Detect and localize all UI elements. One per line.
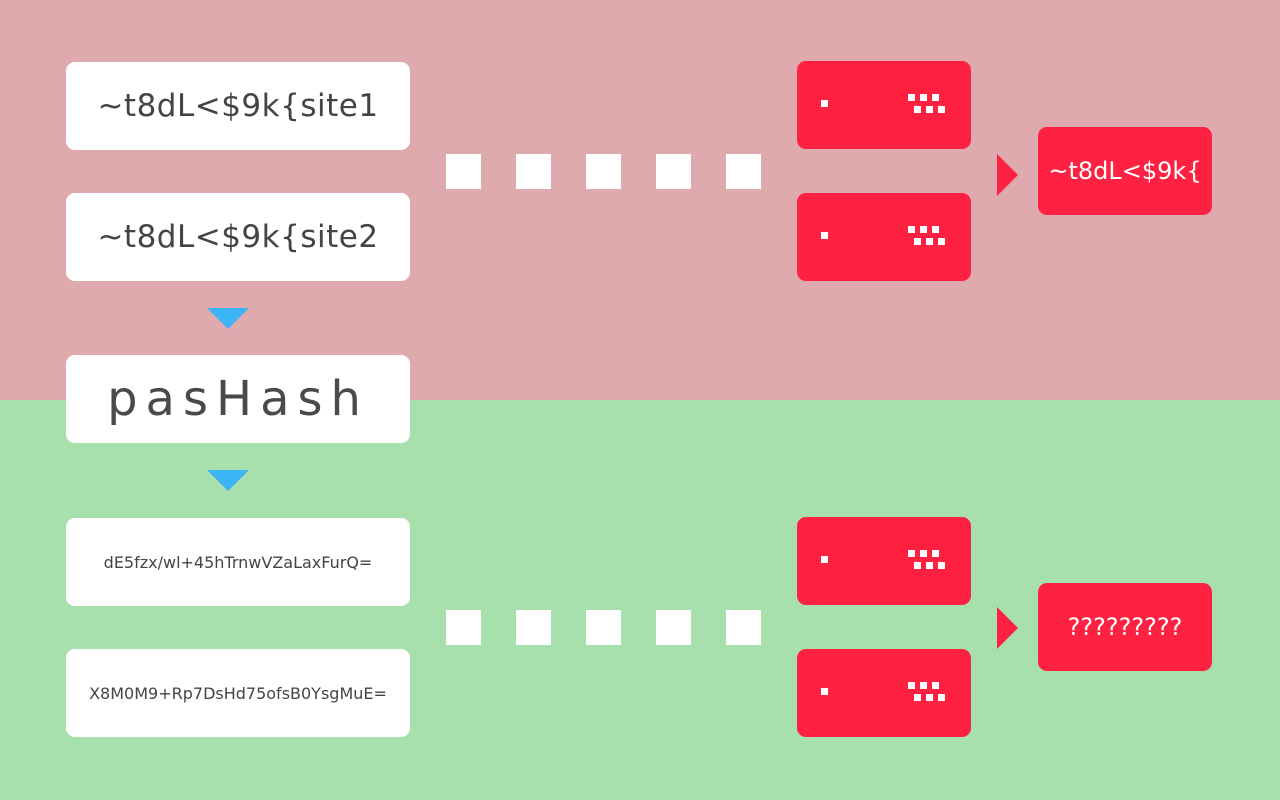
server-led bbox=[920, 682, 927, 689]
leaked-password-box: ~t8dL<$9k{ bbox=[1038, 127, 1212, 215]
server-led bbox=[938, 694, 945, 701]
server-led bbox=[932, 94, 939, 101]
server-led bbox=[926, 562, 933, 569]
server-led bbox=[932, 226, 939, 233]
connector-dot bbox=[516, 610, 551, 645]
server-led bbox=[914, 238, 921, 245]
server-led bbox=[932, 682, 939, 689]
server-led bbox=[821, 232, 828, 239]
connector-dot bbox=[586, 610, 621, 645]
server-led bbox=[908, 94, 915, 101]
server-led bbox=[926, 106, 933, 113]
connector-dot bbox=[586, 154, 621, 189]
server-led bbox=[914, 562, 921, 569]
connector-dot bbox=[656, 154, 691, 189]
password-site1-text: ~t8dL<$9k{site1 bbox=[97, 88, 379, 124]
server-led bbox=[938, 238, 945, 245]
pashash-box: pasHash bbox=[66, 355, 410, 443]
server-led bbox=[938, 562, 945, 569]
server-led bbox=[938, 106, 945, 113]
server-led bbox=[914, 106, 921, 113]
server-icon bbox=[797, 193, 971, 281]
server-led bbox=[908, 550, 915, 557]
server-icon bbox=[797, 649, 971, 737]
connector-dot bbox=[726, 154, 761, 189]
hash-site2-box: X8M0M9+Rp7DsHd75ofsB0YsgMuE= bbox=[66, 649, 410, 737]
server-led bbox=[920, 226, 927, 233]
server-led bbox=[926, 238, 933, 245]
connector-dot bbox=[726, 610, 761, 645]
server-led bbox=[908, 682, 915, 689]
arrow-right-icon bbox=[997, 607, 1018, 649]
leaked-password-text: ~t8dL<$9k{ bbox=[1048, 157, 1202, 185]
server-led bbox=[908, 226, 915, 233]
unknown-password-text: ????????? bbox=[1067, 613, 1183, 641]
connector-dot bbox=[446, 154, 481, 189]
server-led bbox=[821, 556, 828, 563]
password-site2-text: ~t8dL<$9k{site2 bbox=[97, 219, 379, 255]
connector-dot bbox=[516, 154, 551, 189]
app-name: pasHash bbox=[107, 371, 369, 427]
password-site1-box: ~t8dL<$9k{site1 bbox=[66, 62, 410, 150]
server-led bbox=[920, 94, 927, 101]
arrow-down-icon bbox=[207, 470, 249, 491]
server-led bbox=[821, 688, 828, 695]
server-led bbox=[914, 694, 921, 701]
server-led bbox=[932, 550, 939, 557]
arrow-right-icon bbox=[997, 154, 1018, 196]
server-led bbox=[821, 100, 828, 107]
connector-dot bbox=[446, 610, 481, 645]
unknown-password-box: ????????? bbox=[1038, 583, 1212, 671]
password-site2-box: ~t8dL<$9k{site2 bbox=[66, 193, 410, 281]
hash-site2-text: X8M0M9+Rp7DsHd75ofsB0YsgMuE= bbox=[89, 683, 387, 703]
hash-site1-text: dE5fzx/wl+45hTrnwVZaLaxFurQ= bbox=[103, 552, 373, 572]
connector-dot bbox=[656, 610, 691, 645]
arrow-down-icon bbox=[207, 308, 249, 329]
server-icon bbox=[797, 517, 971, 605]
server-led bbox=[920, 550, 927, 557]
server-led bbox=[926, 694, 933, 701]
server-icon bbox=[797, 61, 971, 149]
hash-site1-box: dE5fzx/wl+45hTrnwVZaLaxFurQ= bbox=[66, 518, 410, 606]
